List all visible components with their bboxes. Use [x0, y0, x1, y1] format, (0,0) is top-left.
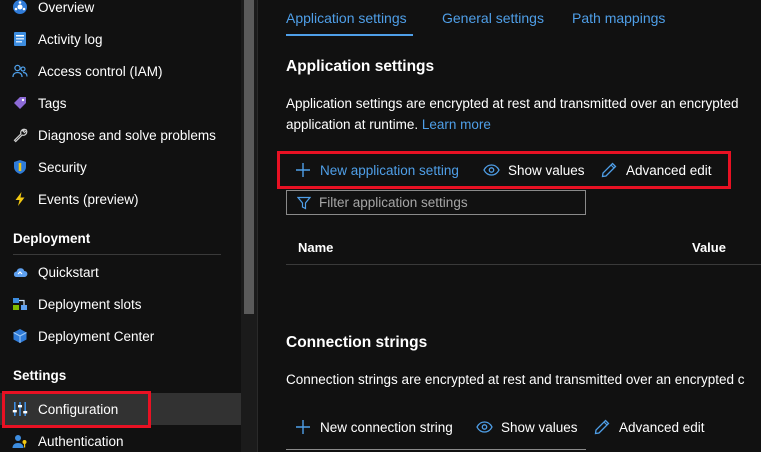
sidebar-item-label: Quickstart — [38, 264, 99, 280]
sidebar-item-deployment-center[interactable]: Deployment Center — [0, 320, 241, 352]
button-label: New connection string — [320, 419, 453, 435]
button-label: Advanced edit — [626, 162, 712, 178]
column-header-value[interactable]: Value — [692, 240, 726, 255]
sidebar-item-quickstart[interactable]: Quickstart — [0, 256, 241, 288]
plus-icon — [294, 418, 312, 436]
main-content: Application settings General settings Pa… — [258, 0, 761, 452]
cube-icon — [12, 328, 28, 344]
sidebar-item-security[interactable]: Security — [0, 151, 241, 183]
tab-general-settings[interactable]: General settings — [442, 10, 544, 26]
sidebar: Overview Activity log Access control (IA… — [0, 0, 241, 452]
eye-icon — [475, 418, 493, 436]
sidebar-item-label: Configuration — [38, 401, 119, 417]
advanced-edit-button[interactable]: Advanced edit — [600, 161, 712, 179]
tab-path-mappings[interactable]: Path mappings — [572, 10, 665, 26]
column-header-name[interactable]: Name — [298, 240, 333, 255]
tag-icon — [12, 95, 28, 111]
shield-icon — [12, 159, 28, 175]
connection-strings-description: Connection strings are encrypted at rest… — [286, 372, 745, 387]
tab-application-settings[interactable]: Application settings — [286, 10, 407, 26]
sidebar-item-label: Access control (IAM) — [38, 63, 163, 79]
filter-icon — [297, 196, 311, 210]
sidebar-item-label: Activity log — [38, 31, 103, 47]
show-values-button[interactable]: Show values — [482, 161, 585, 179]
button-label: Advanced edit — [619, 419, 705, 435]
cloud-icon — [12, 264, 28, 280]
application-settings-description: Application settings are encrypted at re… — [286, 93, 739, 135]
connection-strings-title: Connection strings — [286, 334, 428, 351]
filter-application-settings-input[interactable]: Filter application settings — [286, 190, 586, 215]
active-tab-indicator — [286, 34, 413, 36]
sidebar-item-label: Diagnose and solve problems — [38, 127, 216, 143]
sliders-icon — [12, 401, 28, 417]
button-label: Show values — [501, 419, 578, 435]
sidebar-item-diagnose[interactable]: Diagnose and solve problems — [0, 119, 241, 151]
people-icon — [12, 63, 28, 79]
table-header-divider — [286, 264, 761, 265]
sidebar-item-label: Deployment Center — [38, 328, 155, 344]
slots-icon — [12, 296, 28, 312]
section-header-settings: Settings — [13, 368, 67, 383]
new-application-setting-button[interactable]: New application setting — [294, 161, 459, 179]
sidebar-item-label: Deployment slots — [38, 296, 142, 312]
eye-icon — [482, 161, 500, 179]
filter-placeholder: Filter application settings — [319, 195, 468, 210]
description-line: application at runtime. — [286, 117, 419, 132]
pencil-icon — [600, 161, 618, 179]
application-settings-title: Application settings — [286, 58, 435, 75]
sidebar-item-events[interactable]: Events (preview) — [0, 183, 241, 215]
sidebar-item-activity-log[interactable]: Activity log — [0, 23, 241, 55]
user-key-icon — [12, 433, 28, 449]
filter-connection-strings-input[interactable] — [286, 449, 586, 450]
sidebar-item-label: Events (preview) — [38, 191, 139, 207]
sidebar-item-tags[interactable]: Tags — [0, 87, 241, 119]
sidebar-item-overview[interactable]: Overview — [0, 0, 241, 23]
activity-log-icon — [12, 31, 28, 47]
sidebar-item-deployment-slots[interactable]: Deployment slots — [0, 288, 241, 320]
sidebar-item-authentication[interactable]: Authentication — [0, 425, 241, 452]
sidebar-item-label: Authentication — [38, 433, 124, 449]
sidebar-item-label: Tags — [38, 95, 67, 111]
sidebar-item-label: Security — [38, 159, 87, 175]
new-connection-string-button[interactable]: New connection string — [294, 418, 453, 436]
overview-icon — [12, 0, 28, 15]
plus-icon — [294, 161, 312, 179]
wrench-icon — [12, 127, 28, 143]
lightning-icon — [12, 191, 28, 207]
pencil-icon — [593, 418, 611, 436]
learn-more-link[interactable]: Learn more — [422, 117, 491, 132]
sidebar-item-access-control[interactable]: Access control (IAM) — [0, 55, 241, 87]
button-label: New application setting — [320, 162, 459, 178]
show-values-button[interactable]: Show values — [475, 418, 578, 436]
section-header-deployment: Deployment — [13, 231, 91, 246]
advanced-edit-button[interactable]: Advanced edit — [593, 418, 705, 436]
sidebar-item-configuration[interactable]: Configuration — [0, 393, 241, 425]
scrollbar-thumb[interactable] — [244, 0, 254, 314]
section-divider — [13, 254, 221, 255]
sidebar-item-label: Overview — [38, 0, 95, 15]
description-line: Application settings are encrypted at re… — [286, 96, 739, 111]
button-label: Show values — [508, 162, 585, 178]
